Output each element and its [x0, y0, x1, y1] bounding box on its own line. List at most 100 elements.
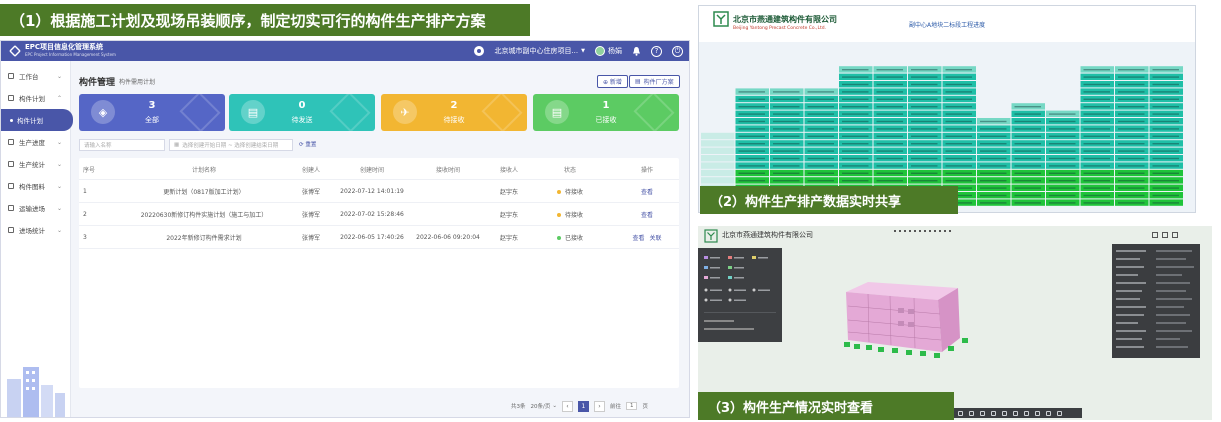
schedule-cell-text: [876, 165, 903, 167]
fullscreen-icon[interactable]: [1057, 410, 1062, 416]
sidebar-item-component-plan[interactable]: 构件计划 ⌃: [1, 87, 70, 109]
col-header: 接收时间: [435, 167, 460, 174]
schedule-cell-text: [773, 91, 800, 93]
schedule-cell-text: [807, 120, 834, 123]
user-menu[interactable]: 杨娟: [595, 46, 622, 56]
page-title: 构件管理: [79, 78, 116, 88]
date-range-input[interactable]: ▦ 选择创建开始日期 ~ 选择创建结束日期: [169, 139, 293, 151]
sidebar-item-component-plan-sub[interactable]: 构件计划: [1, 109, 73, 131]
associate-link[interactable]: 关联: [650, 233, 662, 242]
model-tree-icon[interactable]: [1024, 410, 1029, 416]
sidebar-item-workbench[interactable]: 工作台 ⌄: [1, 65, 70, 87]
table-row[interactable]: 1 更新计划（0817版加工计划） 张博军 2022-07-12 14:01:1…: [79, 180, 679, 203]
sidebar-item-production-progress[interactable]: 生产进度 ⌄: [1, 131, 70, 153]
pan-icon[interactable]: [969, 410, 974, 416]
stat-card-to-send[interactable]: ▤ 0 待发送: [229, 94, 375, 131]
page-size-select[interactable]: 20条/页 ⌄: [531, 402, 557, 410]
caption-2: （2）构件生产排产数据实时共享: [700, 186, 958, 214]
stat-card-to-receive[interactable]: ✈ 2 待接收: [381, 94, 527, 131]
schedule-cell-text: [911, 69, 938, 71]
power-icon[interactable]: ⏻: [672, 45, 683, 57]
sidebar-item-label: 生产统计: [19, 161, 45, 169]
schedule-cell-text: [911, 83, 938, 86]
view-link[interactable]: 查看: [641, 210, 653, 219]
schedule-cell-text: [1014, 172, 1041, 174]
sidebar-item-entry-stats[interactable]: 进场统计 ⌄: [1, 219, 70, 241]
zoom-icon[interactable]: [980, 410, 985, 416]
schedule-panel: 北京市燕通建筑构件有限公司 Beijing Yantong Precast Co…: [698, 5, 1196, 213]
property-key: [1116, 266, 1144, 268]
schedule-cell-text: [1152, 150, 1179, 152]
dot-icon: [939, 230, 941, 232]
stat-card-all[interactable]: ◈ 3 全部: [79, 94, 225, 131]
section-icon[interactable]: [1002, 410, 1007, 416]
sidebar-item-component-drawings[interactable]: 构件图料 ⌄: [1, 175, 70, 197]
goto-page-input[interactable]: 1: [625, 402, 638, 410]
schedule-cell-text: [842, 113, 869, 115]
schedule-cell-text: [1152, 143, 1179, 145]
add-button[interactable]: ⊕ 新增: [597, 75, 628, 88]
row-create-time: 2022-07-12 14:01:19: [340, 188, 404, 195]
bell-icon[interactable]: [632, 46, 641, 56]
row-index: 1: [83, 188, 87, 195]
row-plan-name: 20220630新修订构件实施计划（施工与加工）: [140, 212, 268, 219]
fit-view-icon[interactable]: [1172, 232, 1178, 238]
help-icon[interactable]: ?: [651, 45, 662, 57]
schedule-cell-text: [911, 120, 938, 123]
schedule-cell-text: [876, 120, 903, 123]
view-cube-icon[interactable]: [1152, 232, 1158, 238]
schedule-cell: [701, 169, 735, 177]
home-icon[interactable]: [1162, 232, 1168, 238]
settings-icon[interactable]: [1046, 410, 1051, 416]
schedule-cell-text: [876, 180, 903, 182]
row-index: 2: [83, 211, 87, 218]
reset-button[interactable]: ⟳ 重置: [299, 140, 316, 148]
factory-plan-label: 构件厂方案: [643, 79, 674, 86]
prev-page-button[interactable]: ‹: [561, 400, 573, 412]
schedule-cell-text: [773, 120, 800, 123]
property-value: [1156, 330, 1192, 332]
dot-icon: [929, 230, 931, 232]
next-page-button[interactable]: ›: [593, 400, 605, 412]
schedule-cell-text: [842, 180, 869, 182]
table-row[interactable]: 2 20220630新修订构件实施计划（施工与加工） 张博军 2022-07-0…: [79, 203, 679, 226]
schedule-cell-text: [842, 128, 869, 130]
schedule-cell-text: [738, 150, 765, 152]
row-receive-time: [411, 203, 485, 226]
property-key: [1116, 346, 1144, 348]
progress-icon: [8, 139, 14, 145]
schedule-cell-text: [1049, 143, 1076, 145]
project-selector[interactable]: 北京城市副中心住房项目... ▼: [494, 46, 585, 56]
logo-subtitle: EPC Project Information Management Syste…: [25, 52, 116, 57]
row-creator: 张博军: [301, 212, 320, 219]
schedule-cell-text: [980, 150, 1007, 152]
name-search-input[interactable]: 请输入名称: [79, 139, 165, 151]
schedule-cell-text: [876, 143, 903, 145]
table-row[interactable]: 3 2022年新修订构件需求计划 张博军 2022-06-05 17:40:26…: [79, 226, 679, 249]
schedule-cell-text: [1014, 106, 1041, 108]
schedule-cell-text: [842, 69, 869, 71]
sidebar-item-transport-entry[interactable]: 运输进场 ⌄: [1, 197, 70, 219]
sidebar-item-label: 生产进度: [19, 139, 45, 147]
explode-icon[interactable]: [1013, 410, 1018, 416]
schedule-cell-text: [807, 128, 834, 130]
view-link[interactable]: 查看: [641, 187, 653, 196]
factory-plan-button[interactable]: ▤ 构件厂方案: [629, 75, 680, 88]
schedule-cell-text: [773, 106, 800, 108]
view-link[interactable]: 查看: [632, 233, 644, 242]
dot-icon: [894, 230, 896, 232]
total-count: 共3条: [511, 404, 526, 410]
property-value: [1156, 266, 1194, 268]
schedule-cell-text: [945, 113, 972, 115]
properties-icon[interactable]: [1035, 410, 1040, 416]
row-status: 待接收: [545, 203, 595, 226]
stat-card-received[interactable]: ▤ 1 已接收: [533, 94, 679, 131]
orbit-icon[interactable]: [958, 410, 963, 416]
measure-icon[interactable]: [991, 410, 996, 416]
schedule-cell-text: [1118, 165, 1145, 167]
page-1-button[interactable]: 1: [577, 400, 589, 412]
schedule-cell-text: [1118, 76, 1145, 78]
page-size-label: 20条/页: [530, 404, 551, 410]
sidebar-item-production-stats[interactable]: 生产统计 ⌄: [1, 153, 70, 175]
chevron-down-icon: ⌄: [56, 138, 62, 146]
